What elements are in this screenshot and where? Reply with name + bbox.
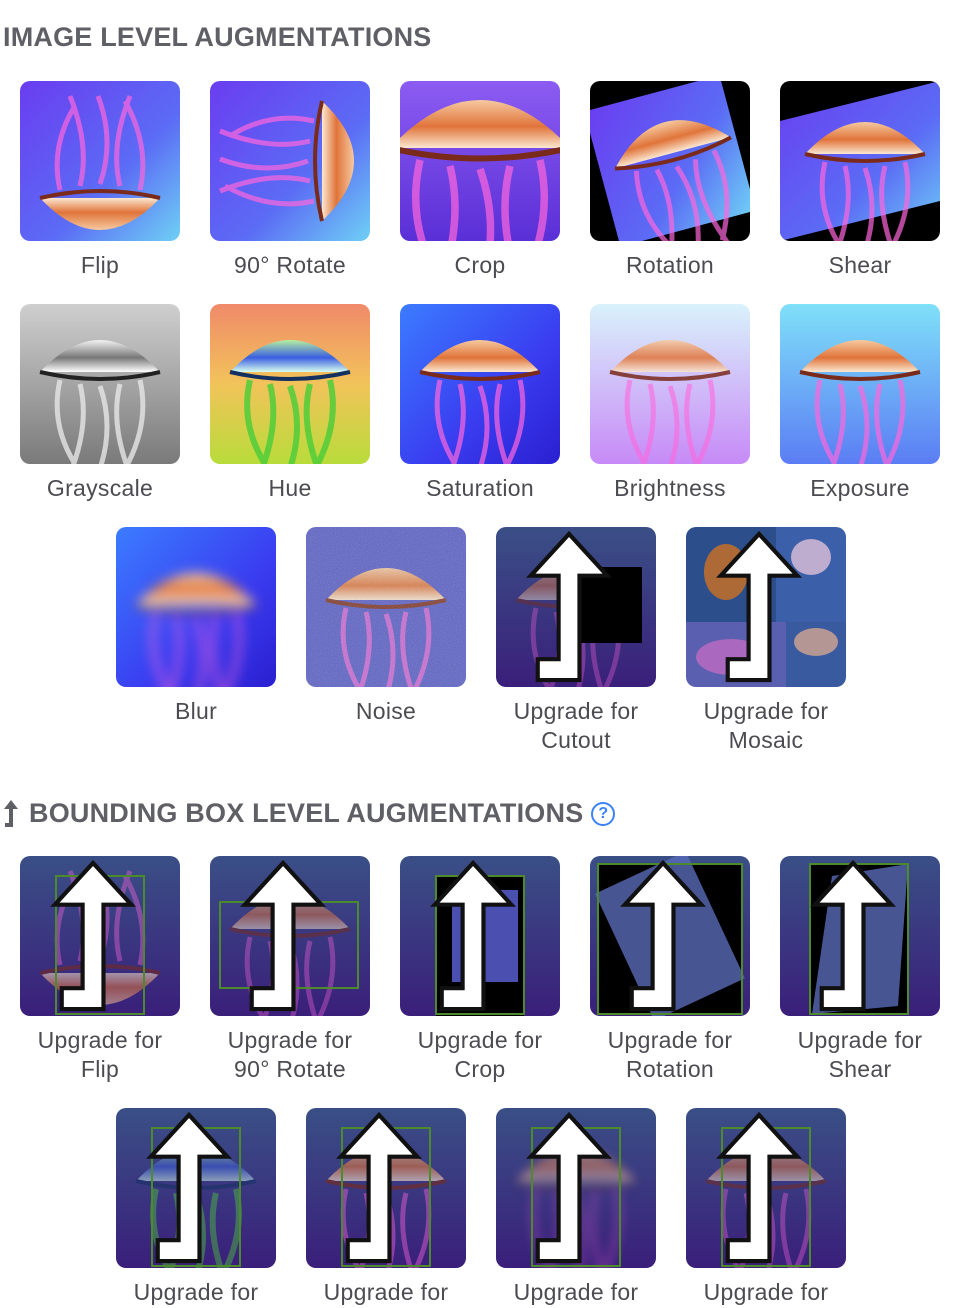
bbox-thumbnail — [306, 1108, 466, 1268]
tile-crop[interactable]: Crop — [400, 81, 560, 280]
image-level-title-text: IMAGE LEVEL AUGMENTATIONS — [3, 22, 432, 52]
tile-upgrade-bbox-6[interactable]: Upgrade for — [306, 1108, 466, 1307]
tile-label: Saturation — [426, 475, 534, 501]
tile-label: Upgrade for Rotation — [607, 1027, 733, 1082]
tile-label: Brightness — [614, 475, 726, 501]
image-level-title: IMAGE LEVEL AUGMENTATIONS — [3, 22, 432, 53]
bbox-crop-thumbnail — [400, 856, 560, 1016]
tile-label: Upgrade for — [703, 1279, 829, 1305]
saturation-thumbnail — [400, 304, 560, 464]
tile-label: 90° Rotate — [234, 252, 346, 278]
tile-upgrade-bbox-90-rotate[interactable]: Upgrade for 90° Rotate — [210, 856, 370, 1084]
bbox-level-title-text: BOUNDING BOX LEVEL AUGMENTATIONS — [29, 798, 584, 828]
tile-label: Upgrade for Cutout — [513, 698, 639, 753]
tile-upgrade-mosaic[interactable]: Upgrade for Mosaic — [686, 527, 846, 755]
tile-label: Upgrade for 90° Rotate — [227, 1027, 353, 1082]
crop-thumbnail — [400, 81, 560, 241]
tile-exposure[interactable]: Exposure — [780, 304, 940, 503]
tile-label: Noise — [355, 698, 417, 724]
tile-label: Upgrade for Flip — [37, 1027, 163, 1082]
tile-label: Upgrade for — [513, 1279, 639, 1305]
image-row-2: Grayscale Hue Saturation Brightness Expo… — [0, 304, 962, 503]
image-row-1: Flip 90° Rotate Crop Rotation Shear — [0, 81, 962, 280]
hue-thumbnail — [210, 304, 370, 464]
tile-label: Blur — [174, 698, 218, 724]
grayscale-thumbnail — [20, 304, 180, 464]
tile-grayscale[interactable]: Grayscale — [20, 304, 180, 503]
tile-upgrade-bbox-crop[interactable]: Upgrade for Crop — [400, 856, 560, 1084]
upgrade-arrow-icon — [116, 1108, 276, 1268]
upgrade-arrow-icon — [496, 1108, 656, 1268]
upgrade-arrow-icon — [590, 856, 750, 1016]
tile-label: Shear — [828, 252, 892, 278]
tile-upgrade-bbox-8[interactable]: Upgrade for — [686, 1108, 846, 1307]
noise-thumbnail — [306, 527, 466, 687]
upgrade-arrow-icon — [686, 527, 846, 687]
tile-upgrade-bbox-flip[interactable]: Upgrade for Flip — [20, 856, 180, 1084]
bbox-row-2: Upgrade for Upgrade for Upgrade for Upgr… — [0, 1108, 962, 1307]
tile-flip[interactable]: Flip — [20, 81, 180, 280]
bbox-rotation-thumbnail — [590, 856, 750, 1016]
tile-upgrade-cutout[interactable]: Upgrade for Cutout — [496, 527, 656, 755]
upgrade-arrow-icon — [20, 856, 180, 1016]
exposure-thumbnail — [780, 304, 940, 464]
upgrade-arrow-icon — [210, 856, 370, 1016]
mosaic-thumbnail — [686, 527, 846, 687]
bbox-thumbnail — [686, 1108, 846, 1268]
image-row-3: Blur Noise Upgrade for Cutout Upgrade fo… — [0, 527, 962, 755]
tile-saturation[interactable]: Saturation — [400, 304, 560, 503]
help-icon[interactable]: ? — [591, 801, 616, 826]
tile-90-rotate[interactable]: 90° Rotate — [210, 81, 370, 280]
tile-upgrade-bbox-shear[interactable]: Upgrade for Shear — [780, 856, 940, 1084]
upgrade-arrow-icon — [306, 1108, 466, 1268]
upgrade-arrow-icon — [686, 1108, 846, 1268]
tile-shear[interactable]: Shear — [780, 81, 940, 280]
tile-label: Rotation — [625, 252, 715, 278]
rotation-thumbnail — [590, 81, 750, 241]
bbox-thumbnail — [496, 1108, 656, 1268]
rotate90-thumbnail — [210, 81, 370, 241]
bbox-rotate90-thumbnail — [210, 856, 370, 1016]
upgrade-arrow-icon — [4, 799, 18, 827]
tile-label: Upgrade for — [323, 1279, 449, 1305]
tile-label: Upgrade for Crop — [417, 1027, 543, 1082]
tile-label: Upgrade for — [133, 1279, 259, 1305]
augmentation-page: IMAGE LEVEL AUGMENTATIONS Flip 90° Rotat… — [0, 0, 962, 1308]
tile-rotation[interactable]: Rotation — [590, 81, 750, 280]
shear-thumbnail — [780, 81, 940, 241]
tile-upgrade-bbox-5[interactable]: Upgrade for — [116, 1108, 276, 1307]
upgrade-arrow-icon — [780, 856, 940, 1016]
flip-thumbnail — [20, 81, 180, 241]
tile-label: Upgrade for Mosaic — [703, 698, 829, 753]
tile-blur[interactable]: Blur — [116, 527, 276, 755]
brightness-thumbnail — [590, 304, 750, 464]
tile-brightness[interactable]: Brightness — [590, 304, 750, 503]
tile-label: Exposure — [810, 475, 910, 501]
upgrade-arrow-icon — [400, 856, 560, 1016]
tile-label: Hue — [268, 475, 312, 501]
bbox-thumbnail — [116, 1108, 276, 1268]
tile-noise[interactable]: Noise — [306, 527, 466, 755]
cutout-thumbnail — [496, 527, 656, 687]
tile-label: Crop — [454, 252, 506, 278]
tile-label: Grayscale — [46, 475, 154, 501]
upgrade-arrow-icon — [496, 527, 656, 687]
bbox-level-title: BOUNDING BOX LEVEL AUGMENTATIONS ? — [3, 798, 616, 829]
tile-upgrade-bbox-rotation[interactable]: Upgrade for Rotation — [590, 856, 750, 1084]
blur-thumbnail — [116, 527, 276, 687]
bbox-flip-thumbnail — [20, 856, 180, 1016]
tile-label: Flip — [80, 252, 120, 278]
bbox-row-1: Upgrade for Flip Upgrade for 90° Rotate Up… — [0, 856, 962, 1084]
tile-hue[interactable]: Hue — [210, 304, 370, 503]
tile-upgrade-bbox-7[interactable]: Upgrade for — [496, 1108, 656, 1307]
tile-label: Upgrade for Shear — [797, 1027, 923, 1082]
bbox-shear-thumbnail — [780, 856, 940, 1016]
